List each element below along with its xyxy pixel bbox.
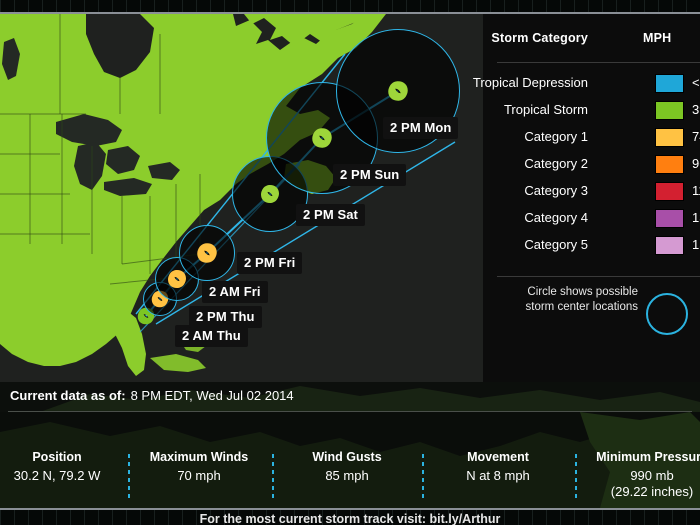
stat-column-divider [422,454,424,500]
legend-row-label: Category 1 [524,129,588,144]
legend-bottom-rule [497,276,700,277]
current-data-text: Current data as of: 8 PM EDT, Wed Jul 02 … [10,388,294,403]
legend-row-label: Category 5 [524,237,588,252]
track-point-label: 2 PM Fri [237,252,303,274]
legend-row-label: Category 2 [524,156,588,171]
stat-column: Minimum Pressure 990 mb (29.22 inches) [562,450,700,499]
legend-row: Category 3 111-129 [483,180,700,207]
stat-value: N at 8 mph [466,468,530,483]
track-point-label: 2 PM Mon [383,117,459,139]
legend-row-mph: 157+ [692,237,700,252]
hurricane-symbol-icon [197,243,217,263]
legend-row-label: Category 4 [524,210,588,225]
stat-column-divider [128,454,130,500]
track-point-label: 2 PM Sun [333,164,407,186]
legend-row-swatch [655,209,684,228]
legend-row-label: Category 3 [524,183,588,198]
stat-label: Movement [467,450,529,464]
legend-row-mph: <39 [692,75,700,90]
legend-panel: Storm Category MPH Tropical Depression <3… [473,14,700,382]
legend-row: Category 4 130-156 [483,207,700,234]
stat-label: Minimum Pressure [596,450,700,464]
stat-value-secondary: (29.22 inches) [610,484,694,499]
legend-row-label: Tropical Storm [503,102,588,117]
main-frame: 2 AM Thu 2 PM Thu 2 AM Fri 2 PM Fri 2 PM Sat… [0,14,700,508]
current-data-label: Current data as of: [10,388,126,403]
track-point-label: 2 AM Thu [175,325,248,347]
cone-circle-icon [646,293,688,335]
track-point-label: 2 PM Sat [296,204,365,226]
legend-row-swatch [655,155,684,174]
legend-row-mph: 39-73 [692,102,700,117]
legend-header-category: Storm Category [491,31,588,45]
legend-row-mph: 111-129 [692,183,700,198]
legend-row-mph: 96-110 [692,156,700,171]
stat-column-divider [575,454,577,500]
storm-stats-bar: Position 30.2 N, 79.2 W Maximum Winds 70 mp… [0,412,700,508]
legend-header-mph: MPH [643,31,672,45]
cone-explainer: Circle shows possible storm center locat… [483,285,700,355]
footer-link-text[interactable]: For the most current storm track visit: … [0,508,700,525]
legend-row-swatch [655,101,684,120]
legend-row-swatch [655,74,684,93]
legend-row-mph: 130-156 [692,210,700,225]
legend-row: Category 5 157+ [483,234,700,261]
current-data-bar: Current data as of: 8 PM EDT, Wed Jul 02 … [0,382,700,412]
storm-position-marker[interactable] [385,78,411,104]
legend-top-rule [497,62,700,63]
legend-row-swatch [655,182,684,201]
legend-row: Tropical Depression <39 [473,72,700,99]
legend-row-label: Tropical Depression [472,75,588,90]
stat-value: 990 mb [630,468,674,483]
legend-rows: Tropical Depression <39 Tropical Storm 39-7… [473,72,700,261]
stat-column: Movement N at 8 mph [408,450,588,483]
track-point-label: 2 AM Fri [202,281,268,303]
stats-columns: Position 30.2 N, 79.2 W Maximum Winds 70 mp… [0,412,700,508]
stat-column-divider [272,454,274,500]
storm-track-map[interactable]: 2 AM Thu 2 PM Thu 2 AM Fri 2 PM Fri 2 PM Sat… [0,14,483,382]
legend-row-mph: 74-95 [692,129,700,144]
storm-position-marker[interactable] [258,182,282,206]
hurricane-symbol-icon [261,185,279,203]
legend-row: Tropical Storm 39-73 [483,99,700,126]
legend-header: Storm Category MPH [483,31,700,53]
legend-row: Category 2 96-110 [483,153,700,180]
track-point-label: 2 PM Thu [189,306,262,328]
legend-row-swatch [655,236,684,255]
storm-position-marker[interactable] [194,240,220,266]
hurricane-symbol-icon [312,128,332,148]
top-chrome-strip [0,0,700,14]
current-data-value: 8 PM EDT, Wed Jul 02 2014 [130,388,294,403]
storm-position-marker[interactable] [309,125,335,151]
hurricane-symbol-icon [388,81,408,101]
cone-explainer-text: Circle shows possible storm center locat… [525,286,639,313]
legend-row-swatch [655,128,684,147]
legend-row: Category 1 74-95 [483,126,700,153]
